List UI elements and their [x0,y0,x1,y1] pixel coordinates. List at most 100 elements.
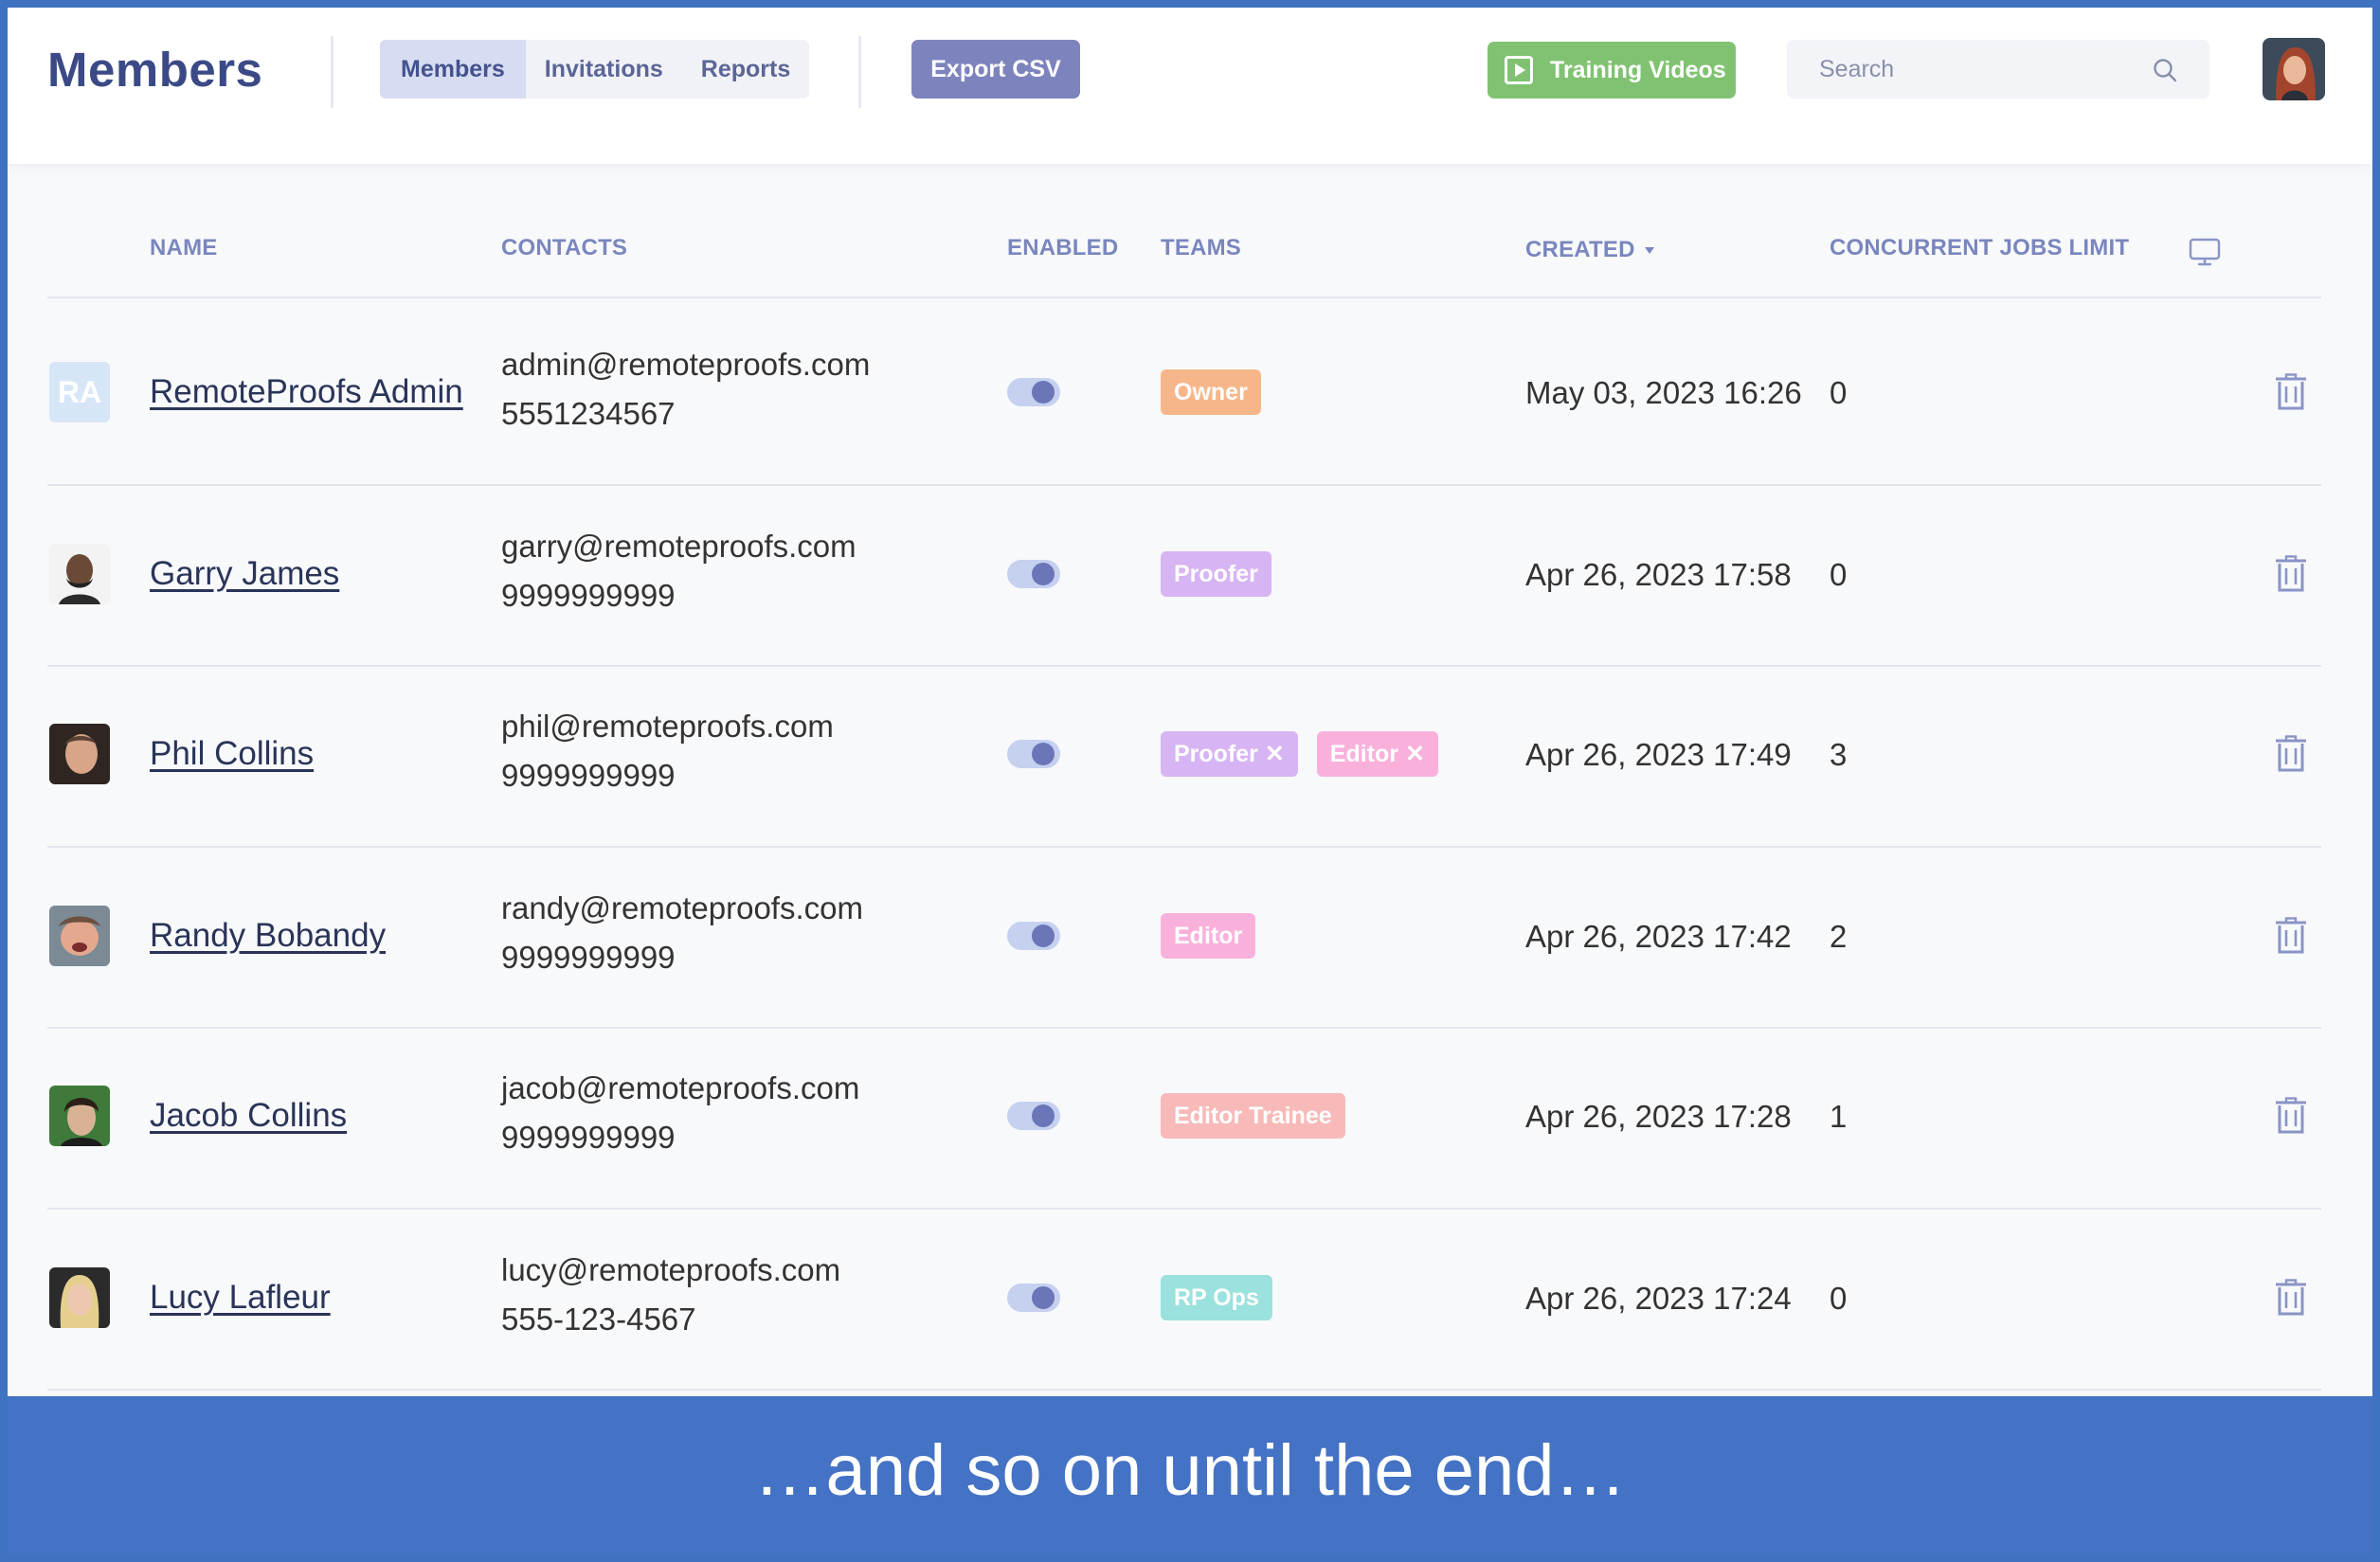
enabled-toggle[interactable] [1007,378,1060,406]
page-title: Members [47,43,263,97]
divider [47,1389,2321,1391]
search-icon[interactable] [2153,58,2177,82]
member-email: lucy@remoteproofs.com [501,1252,841,1287]
column-header-created-label: CREATED [1525,237,1635,262]
column-header-contacts: CONTACTS [501,235,628,260]
enabled-toggle[interactable] [1007,560,1060,588]
created-date: Apr 26, 2023 17:49 [1525,737,1792,772]
member-phone: 5551234567 [501,396,676,431]
member-email: admin@remoteproofs.com [501,347,871,382]
toggle-knob [1032,925,1055,947]
table-row: Garry James garry@remoteproofs.com 99999… [8,485,2372,665]
table-row: Randy Bobandy randy@remoteproofs.com 999… [8,847,2372,1027]
enabled-toggle[interactable] [1007,1102,1060,1130]
jobs-limit: 2 [1830,919,1848,954]
toggle-knob [1032,743,1055,765]
team-badge: Editor Trainee [1161,1093,1345,1139]
column-header-name: NAME [150,235,218,260]
tab-members[interactable]: Members [380,40,526,99]
sort-caret-icon [1644,247,1654,255]
table-row: RA RemoteProofs Admin admin@remoteproofs… [8,303,2372,483]
trash-icon[interactable] [2274,373,2308,411]
team-badges: Proofer ✕ Editor ✕ [1161,731,1438,777]
tab-bar: Members Invitations Reports [380,40,810,99]
team-badges: Proofer [1161,551,1271,597]
created-date: Apr 26, 2023 17:42 [1525,919,1792,954]
team-badge-removable[interactable]: Proofer ✕ [1161,731,1298,777]
member-name-link[interactable]: RemoteProofs Admin [150,373,463,411]
top-bar: Members Members Invitations Reports Expo… [8,8,2372,164]
search-input[interactable] [1787,40,2147,99]
member-phone: 9999999999 [501,578,676,613]
created-date: Apr 26, 2023 17:24 [1525,1281,1792,1316]
team-badge: Editor [1161,913,1256,959]
team-badges: Owner [1161,369,1261,415]
user-avatar[interactable] [2263,38,2325,100]
tab-reports[interactable]: Reports [682,40,809,99]
training-videos-label: Training Videos [1550,57,1726,83]
created-date: Apr 26, 2023 17:28 [1525,1099,1792,1134]
avatar [49,906,110,966]
trash-icon[interactable] [2274,555,2308,593]
column-header-created[interactable]: CREATED [1525,237,1654,263]
member-name-link[interactable]: Phil Collins [150,735,314,773]
member-email: garry@remoteproofs.com [501,529,856,564]
created-date: May 03, 2023 16:26 [1525,375,1802,410]
column-header-teams: TEAMS [1161,235,1241,260]
export-csv-button[interactable]: Export CSV [911,40,1080,99]
trash-icon[interactable] [2274,1279,2308,1317]
member-email: jacob@remoteproofs.com [501,1070,860,1105]
avatar [49,724,110,784]
table-row: Lucy Lafleur lucy@remoteproofs.com 555-1… [8,1209,2372,1389]
jobs-limit: 0 [1830,1281,1848,1316]
created-date: Apr 26, 2023 17:58 [1525,557,1792,592]
member-email: randy@remoteproofs.com [501,890,863,925]
avatar [49,1086,110,1146]
member-name-link[interactable]: Randy Bobandy [150,917,386,955]
avatar [49,544,110,604]
column-header-jobs: CONCURRENT JOBS LIMIT [1830,235,2130,260]
jobs-limit: 3 [1830,737,1848,772]
search-box [1787,40,2209,99]
member-email: phil@remoteproofs.com [501,709,834,744]
monitor-icon[interactable] [2189,237,2221,267]
trash-icon[interactable] [2274,735,2308,773]
divider [858,36,861,108]
table-row: Jacob Collins jacob@remoteproofs.com 999… [8,1027,2372,1207]
team-badges: Editor Trainee [1161,1093,1345,1139]
team-badges: RP Ops [1161,1275,1272,1320]
member-name-link[interactable]: Lucy Lafleur [150,1279,331,1317]
member-phone: 9999999999 [501,758,676,793]
member-name-link[interactable]: Jacob Collins [150,1097,347,1135]
column-header-enabled: ENABLED [1007,235,1119,260]
team-badge-removable[interactable]: Editor ✕ [1316,731,1438,777]
toggle-knob [1032,1104,1055,1127]
member-phone: 555-123-4567 [501,1302,696,1337]
jobs-limit: 1 [1830,1099,1848,1134]
team-badge: Owner [1161,369,1261,415]
avatar: RA [49,362,110,422]
tab-invitations[interactable]: Invitations [526,40,682,99]
team-badge: Proofer [1161,551,1271,597]
team-badges: Editor [1161,913,1256,959]
member-name-link[interactable]: Garry James [150,555,339,593]
app-frame: Members Members Invitations Reports Expo… [0,0,2380,1562]
toggle-knob [1032,1286,1055,1309]
trash-icon[interactable] [2274,917,2308,955]
jobs-limit: 0 [1830,375,1848,410]
divider [47,296,2321,298]
jobs-limit: 0 [1830,557,1848,592]
avatar [49,1267,110,1328]
enabled-toggle[interactable] [1007,1284,1060,1312]
enabled-toggle[interactable] [1007,740,1060,768]
toggle-knob [1032,381,1055,404]
training-videos-button[interactable]: Training Videos [1488,42,1736,99]
toggle-knob [1032,563,1055,585]
play-icon [1505,56,1533,84]
trash-icon[interactable] [2274,1097,2308,1135]
caption-banner: …and so on until the end… [8,1396,2372,1554]
enabled-toggle[interactable] [1007,922,1060,950]
table-row: Phil Collins phil@remoteproofs.com 99999… [8,665,2372,845]
divider [331,36,334,108]
team-badge: RP Ops [1161,1275,1272,1320]
